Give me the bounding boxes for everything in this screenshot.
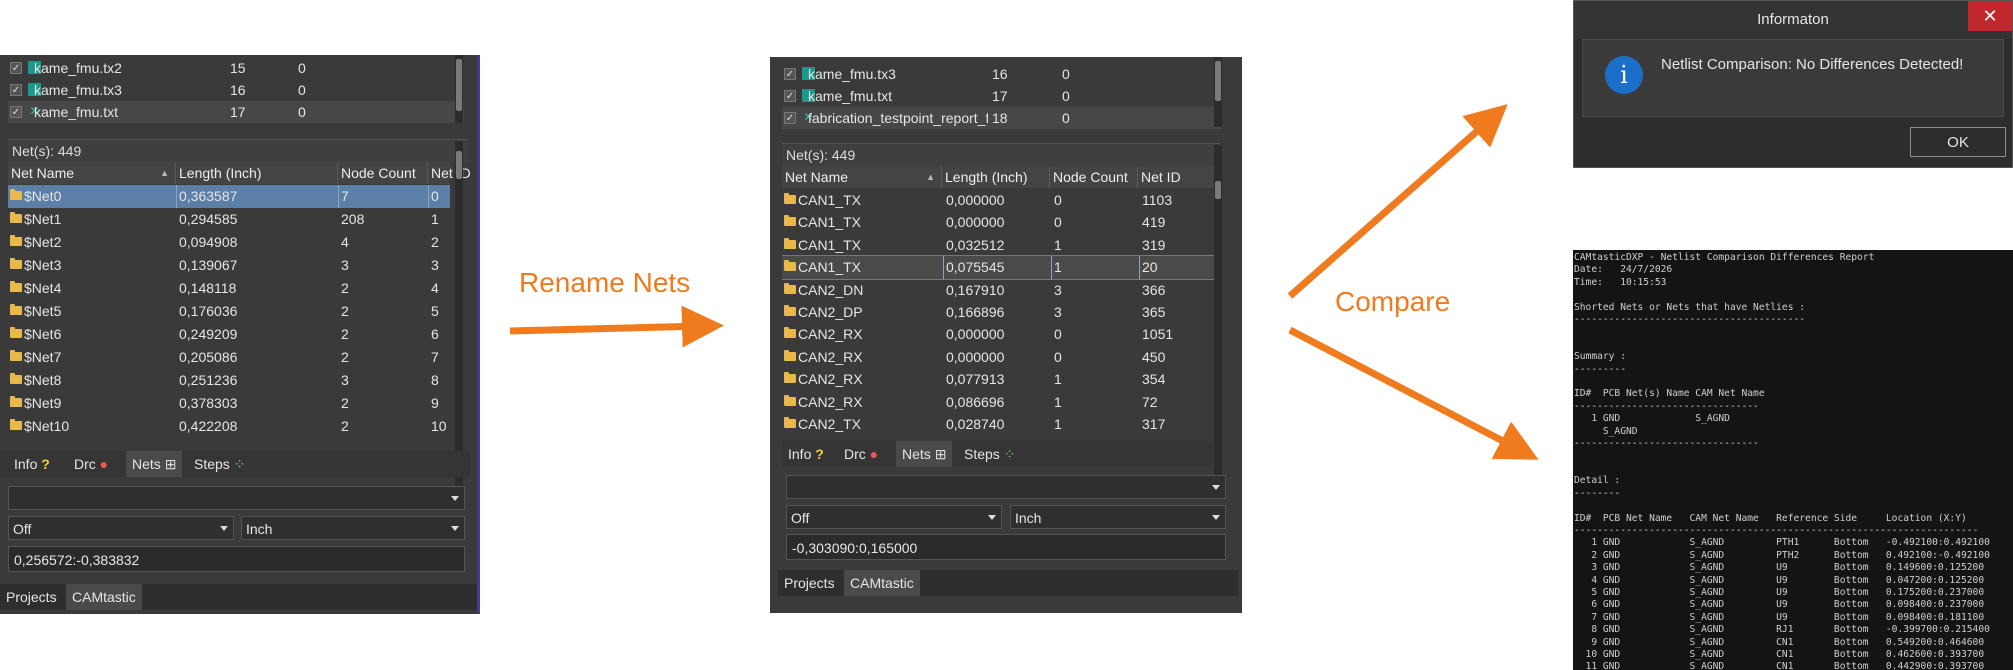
compare-arrow-up xyxy=(1287,104,1508,299)
info-icon: i xyxy=(1605,56,1643,94)
ok-button[interactable]: OK xyxy=(1910,127,2006,157)
report-text: CAMtasticDXP - Netlist Comparison Differ… xyxy=(1574,252,1990,670)
rename-nets-label: Rename Nets xyxy=(519,267,691,298)
rename-arrow xyxy=(509,305,724,348)
netlist-comparison-report: CAMtasticDXP - Netlist Comparison Differ… xyxy=(1573,250,2013,670)
compare-arrow-down xyxy=(1288,326,1539,460)
dialog-body: i Netlist Comparison: No Differences Det… xyxy=(1582,39,2004,117)
dialog-message: Netlist Comparison: No Differences Detec… xyxy=(1661,56,1964,73)
information-dialog: Informaton ✕ i Netlist Comparison: No Di… xyxy=(1573,0,2013,168)
dialog-title: Informaton xyxy=(1574,1,2012,39)
close-button[interactable]: ✕ xyxy=(1968,1,2012,31)
compare-label: Compare xyxy=(1335,286,1451,317)
